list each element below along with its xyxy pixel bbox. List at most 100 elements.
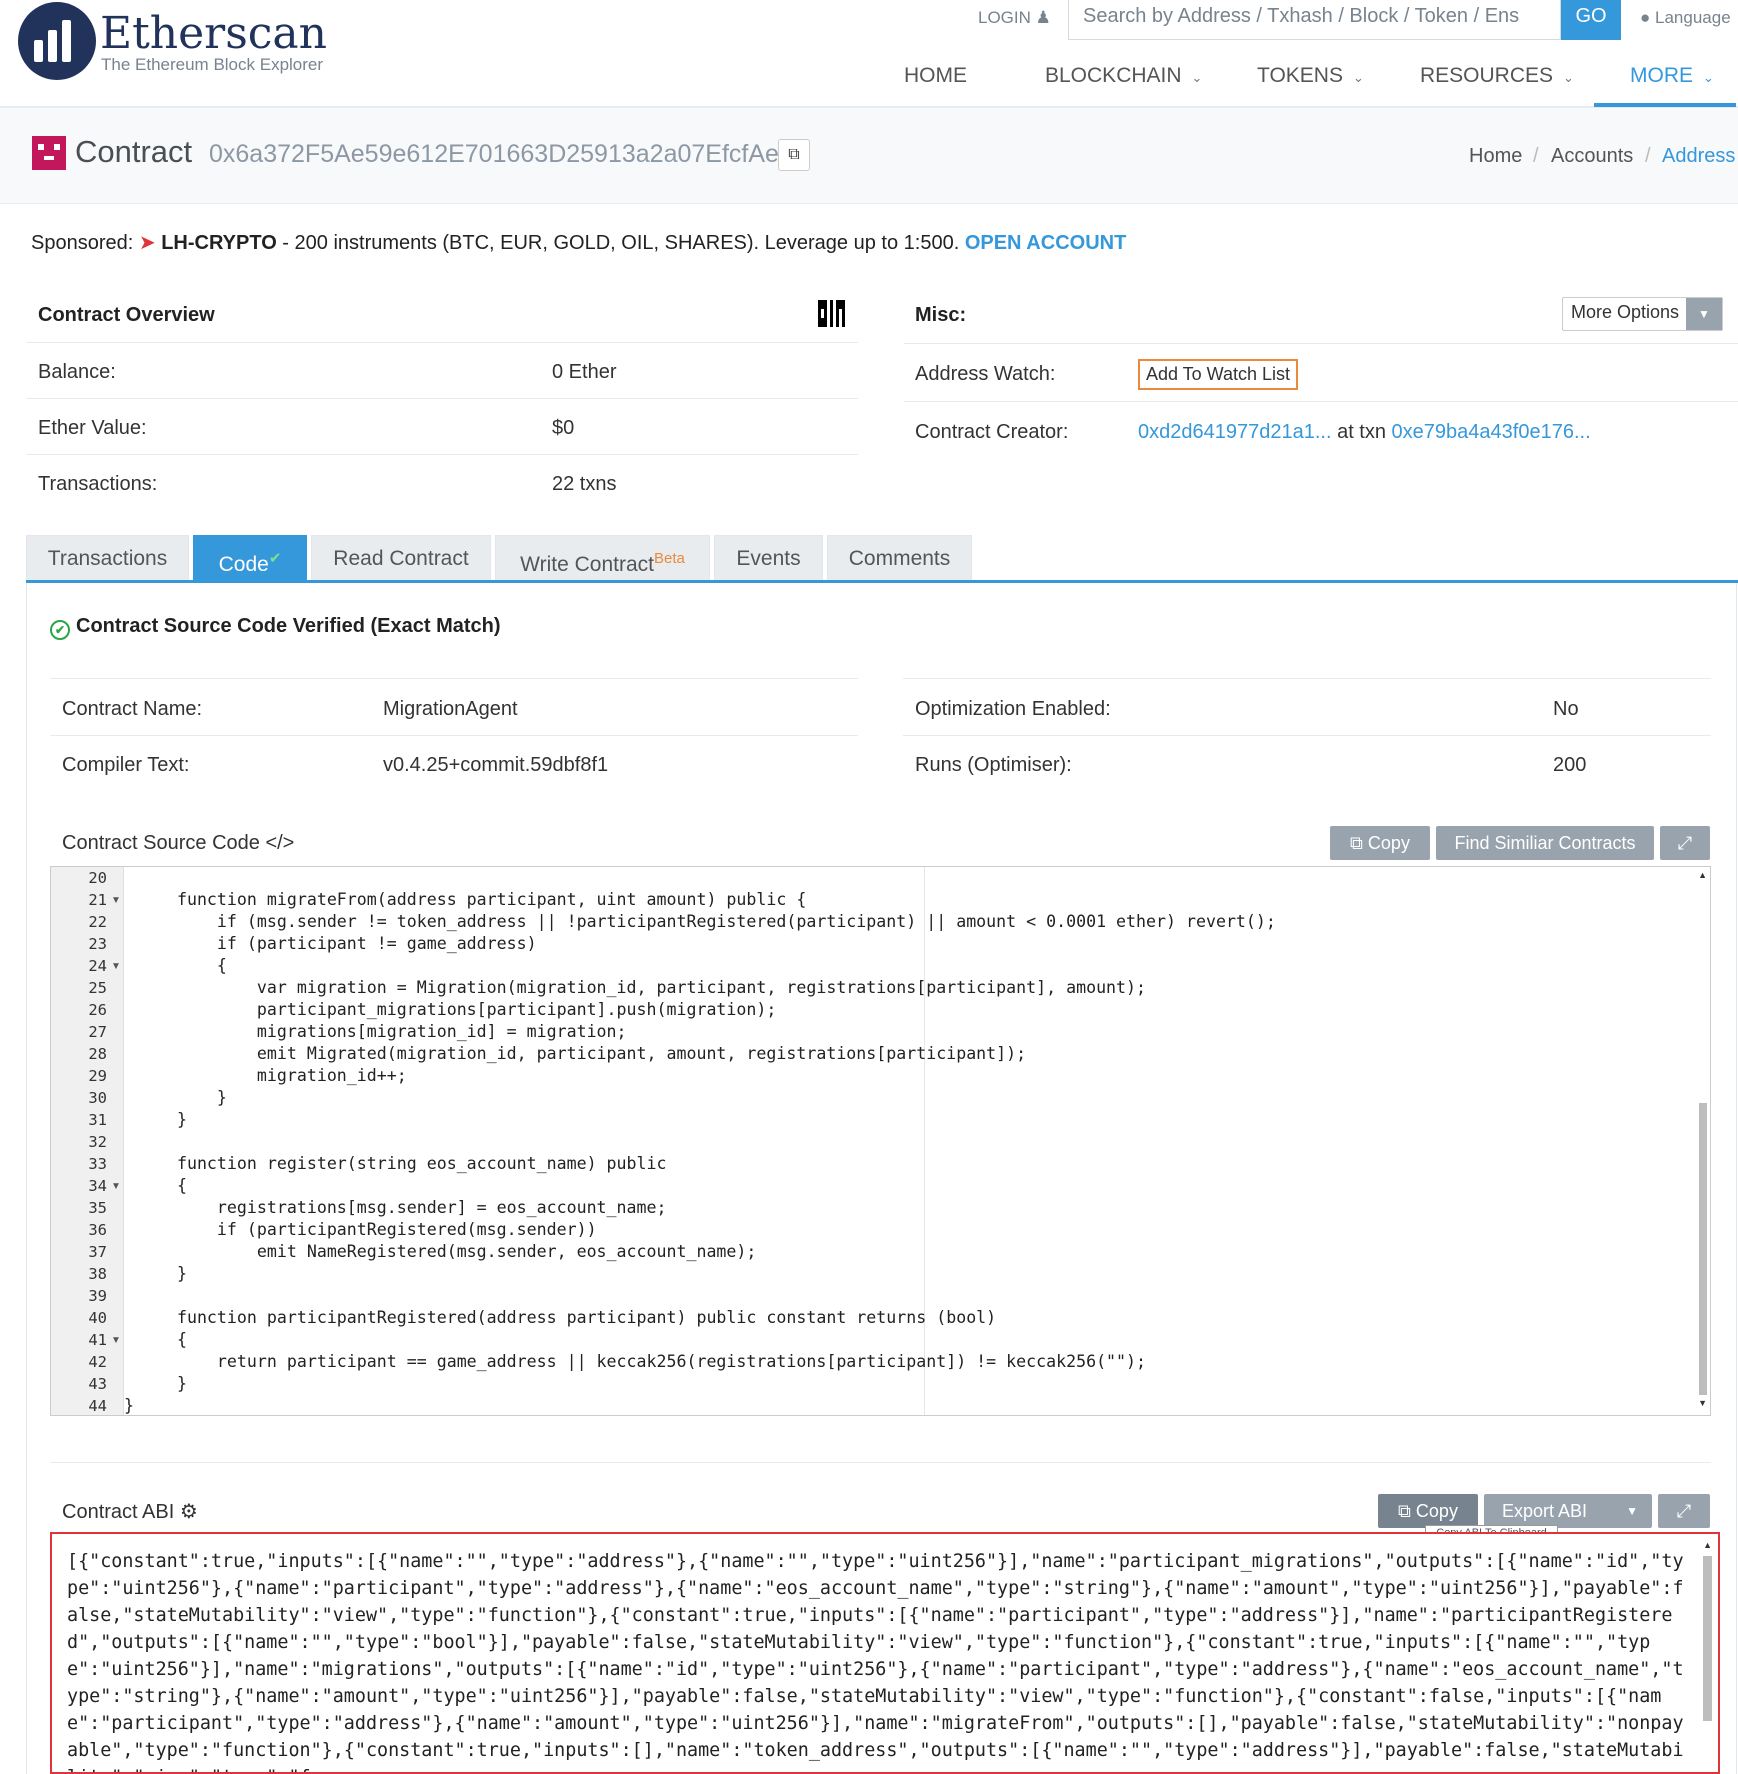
- tab-write-contract-label: Write Contract: [520, 553, 654, 576]
- optimization-label: Optimization Enabled:: [915, 698, 1111, 720]
- more-options-label: More Options: [1571, 302, 1680, 322]
- add-to-watch-list-button[interactable]: Add To Watch List: [1138, 359, 1298, 390]
- address-watch-label: Address Watch:: [915, 363, 1056, 385]
- search-input[interactable]: Search by Address / Txhash / Block / Tok…: [1068, 0, 1561, 40]
- find-similar-contracts-button[interactable]: Find Similiar Contracts: [1436, 826, 1654, 860]
- tab-write-contract[interactable]: Write ContractBeta: [495, 535, 710, 581]
- code-line: registrations[msg.sender] = eos_account_…: [137, 1198, 667, 1217]
- nav-more-label: MORE: [1630, 64, 1693, 87]
- breadcrumb-accounts[interactable]: Accounts: [1551, 145, 1633, 168]
- line-number: 44: [88, 1397, 107, 1415]
- copy-icon: ⧉: [1398, 1501, 1411, 1521]
- fold-arrow-icon[interactable]: ▼: [111, 895, 121, 906]
- nav-tokens[interactable]: TOKENS ⌄: [1257, 64, 1364, 88]
- nav-blockchain[interactable]: BLOCKCHAIN ⌄: [1045, 64, 1202, 88]
- language-selector[interactable]: ● Language: [1640, 8, 1731, 28]
- login-link[interactable]: LOGIN ♟: [978, 8, 1051, 28]
- fold-arrow-icon[interactable]: ▼: [111, 1335, 121, 1346]
- line-number: 40: [88, 1309, 107, 1327]
- line-number: 34: [88, 1177, 107, 1195]
- globe-icon: ●: [1640, 8, 1651, 27]
- scroll-up-icon[interactable]: ▲: [1703, 1540, 1712, 1550]
- line-number: 37: [88, 1243, 107, 1261]
- open-account-link[interactable]: OPEN ACCOUNT: [965, 232, 1126, 254]
- qr-code-icon[interactable]: [818, 300, 845, 327]
- line-number: 42: [88, 1353, 107, 1371]
- abi-title-text: Contract ABI: [62, 1501, 175, 1523]
- line-number: 22: [88, 913, 107, 931]
- nav-resources[interactable]: RESOURCES ⌄: [1420, 64, 1574, 88]
- check-circle-icon: ✔: [268, 550, 282, 567]
- vertical-scrollbar[interactable]: [1699, 1103, 1707, 1395]
- code-line: emit NameRegistered(msg.sender, eos_acco…: [137, 1242, 757, 1261]
- fold-arrow-icon[interactable]: ▼: [111, 961, 121, 972]
- export-abi-dropdown[interactable]: Export ABI ▼: [1484, 1494, 1652, 1528]
- scroll-up-icon[interactable]: ▲: [1698, 870, 1707, 880]
- tab-read-contract[interactable]: Read Contract: [311, 535, 491, 581]
- verified-text: Contract Source Code Verified (Exact Mat…: [76, 615, 501, 637]
- code-line: function migrateFrom(address participant…: [137, 890, 807, 909]
- transactions-value[interactable]: 22 txns: [552, 473, 616, 496]
- expand-icon[interactable]: ⤢: [1658, 1494, 1710, 1528]
- line-number: 21: [88, 891, 107, 909]
- line-number-gutter: 20 21 22 23 24 25 26 27 28 29 30 31 32 3…: [51, 867, 124, 1415]
- creator-address-link[interactable]: 0xd2d641977d21a1...: [1138, 421, 1332, 443]
- sponsor-text: - 200 instruments (BTC, EUR, GOLD, OIL, …: [276, 232, 965, 254]
- code-line: }: [137, 1110, 187, 1129]
- line-number: 32: [88, 1133, 107, 1151]
- login-label: LOGIN: [978, 8, 1031, 27]
- tab-comments[interactable]: Comments: [827, 535, 972, 581]
- nav-home[interactable]: HOME: [904, 64, 967, 88]
- site-header: Etherscan The Ethereum Block Explorer LO…: [0, 0, 1738, 108]
- nav-more[interactable]: MORE ⌄: [1630, 64, 1714, 88]
- source-code-editor[interactable]: 20 21 22 23 24 25 26 27 28 29 30 31 32 3…: [50, 866, 1711, 1416]
- logo-title[interactable]: Etherscan: [100, 8, 327, 59]
- runs-label: Runs (Optimiser):: [915, 754, 1072, 776]
- tab-events[interactable]: Events: [714, 535, 823, 581]
- tab-transactions[interactable]: Transactions: [26, 535, 189, 581]
- breadcrumb-home[interactable]: Home: [1469, 145, 1522, 168]
- at-txn-text: at txn: [1331, 421, 1392, 443]
- rocket-icon: ➤: [138, 232, 156, 254]
- chevron-down-icon: ▼: [1686, 298, 1722, 330]
- export-abi-label: Export ABI: [1502, 1501, 1588, 1521]
- fold-arrow-icon[interactable]: ▼: [111, 1181, 121, 1192]
- contract-creator-label: Contract Creator:: [915, 421, 1069, 443]
- overview-title: Contract Overview: [38, 304, 215, 326]
- sponsor-brand[interactable]: LH-CRYPTO: [161, 232, 277, 254]
- sponsored-banner: Sponsored: ➤ LH-CRYPTO - 200 instruments…: [31, 230, 1126, 255]
- code-line: }: [137, 1374, 187, 1393]
- code-line: }: [137, 1088, 227, 1107]
- nav-tokens-label: TOKENS: [1257, 64, 1343, 87]
- code-line: {: [137, 1176, 187, 1195]
- line-number: 23: [88, 935, 107, 953]
- chevron-down-icon: ⌄: [1563, 70, 1574, 85]
- more-options-dropdown[interactable]: More Options ▼: [1562, 297, 1723, 331]
- breadcrumb-separator: /: [1645, 145, 1651, 167]
- creator-txn-link[interactable]: 0xe79ba4a43f0e176...: [1392, 421, 1591, 443]
- etherscan-logo-icon[interactable]: [18, 2, 96, 80]
- line-number: 35: [88, 1199, 107, 1217]
- line-number: 30: [88, 1089, 107, 1107]
- print-margin: [924, 867, 925, 1415]
- source-code-title: Contract Source Code </>: [62, 832, 295, 854]
- copy-source-button[interactable]: ⧉ Copy: [1330, 826, 1430, 860]
- go-button[interactable]: GO: [1561, 0, 1621, 40]
- copy-address-icon[interactable]: ⧉: [778, 139, 810, 171]
- gears-icon: ⚙: [179, 1501, 198, 1523]
- copy-abi-button[interactable]: ⧉ Copy: [1378, 1494, 1478, 1528]
- abi-textarea[interactable]: [{"constant":true,"inputs":[{"name":"","…: [50, 1532, 1720, 1774]
- line-number: 26: [88, 1001, 107, 1019]
- tab-code[interactable]: Code✔: [193, 535, 307, 581]
- code-line: migrations[migration_id] = migration;: [137, 1022, 627, 1041]
- vertical-scrollbar[interactable]: [1703, 1556, 1712, 1721]
- user-icon: ♟: [1035, 8, 1051, 27]
- nav-resources-label: RESOURCES: [1420, 64, 1554, 87]
- scroll-down-icon[interactable]: ▼: [1698, 1398, 1707, 1408]
- code-line: return participant == game_address || ke…: [137, 1352, 1147, 1371]
- code-line: if (participant != game_address): [137, 934, 537, 953]
- contract-name-label: Contract Name:: [62, 698, 203, 720]
- chevron-down-icon: ⌄: [1352, 70, 1364, 85]
- tab-code-label: Code: [218, 553, 269, 576]
- expand-icon[interactable]: ⤢: [1660, 826, 1710, 860]
